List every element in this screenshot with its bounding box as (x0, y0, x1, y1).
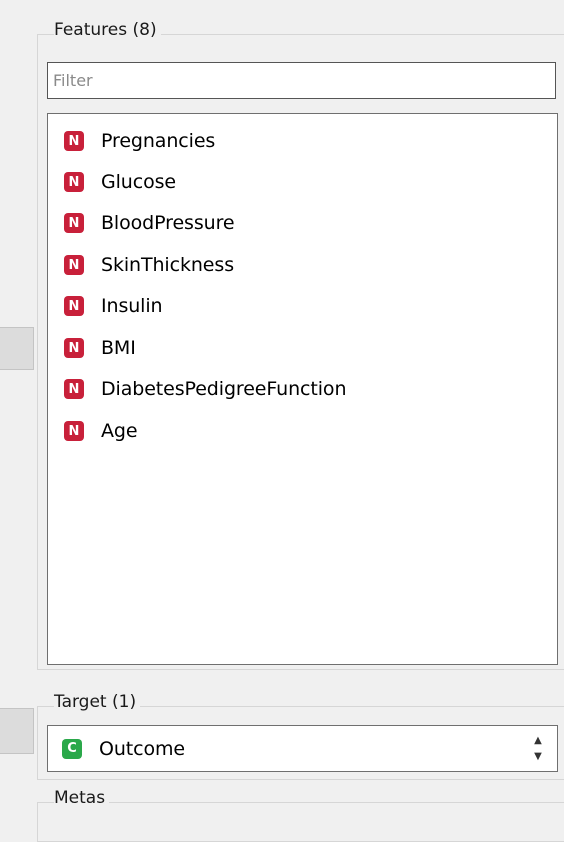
list-item-skinthickness[interactable]: N SkinThickness (64, 251, 234, 279)
item-label: Glucose (101, 171, 177, 193)
numeric-variable-icon: N (64, 296, 84, 316)
move-to-target-button[interactable] (0, 708, 34, 754)
item-label: DiabetesPedigreeFunction (101, 378, 347, 400)
list-item-glucose[interactable]: N Glucose (64, 168, 176, 196)
item-label: Age (101, 420, 138, 442)
list-item-age[interactable]: N Age (64, 417, 138, 445)
item-label: Insulin (101, 295, 163, 317)
item-label: BloodPressure (101, 212, 235, 234)
numeric-variable-icon: N (64, 338, 84, 358)
metas-title: Metas (54, 788, 110, 808)
features-title: Features (8) (54, 20, 161, 40)
target-title: Target (1) (54, 692, 141, 712)
numeric-variable-icon: N (64, 421, 84, 441)
numeric-variable-icon: N (64, 172, 84, 192)
numeric-variable-icon: N (64, 213, 84, 233)
item-label: BMI (101, 337, 136, 359)
move-to-features-button[interactable] (0, 327, 34, 370)
list-item-bmi[interactable]: N BMI (64, 334, 136, 362)
target-select[interactable]: C Outcome ▲ ▼ (47, 725, 558, 772)
filter-input[interactable] (47, 62, 556, 99)
spin-arrows-icon[interactable]: ▲ ▼ (528, 735, 548, 763)
numeric-variable-icon: N (64, 255, 84, 275)
list-item-diabetespedigreefunction[interactable]: N DiabetesPedigreeFunction (64, 375, 347, 403)
list-item-bloodpressure[interactable]: N BloodPressure (64, 209, 235, 237)
item-label: SkinThickness (101, 254, 234, 276)
chevron-up-icon: ▲ (534, 735, 542, 746)
numeric-variable-icon: N (64, 131, 84, 151)
categorical-variable-icon: C (62, 738, 82, 759)
chevron-down-icon: ▼ (534, 751, 542, 762)
list-item-insulin[interactable]: N Insulin (64, 292, 163, 320)
numeric-variable-icon: N (64, 379, 84, 399)
list-item-pregnancies[interactable]: N Pregnancies (64, 127, 215, 155)
metas-group: Metas (37, 788, 564, 842)
features-list[interactable]: N Pregnancies N Glucose N BloodPressure … (47, 113, 558, 665)
target-value: Outcome (99, 737, 186, 760)
item-label: Pregnancies (101, 130, 216, 152)
